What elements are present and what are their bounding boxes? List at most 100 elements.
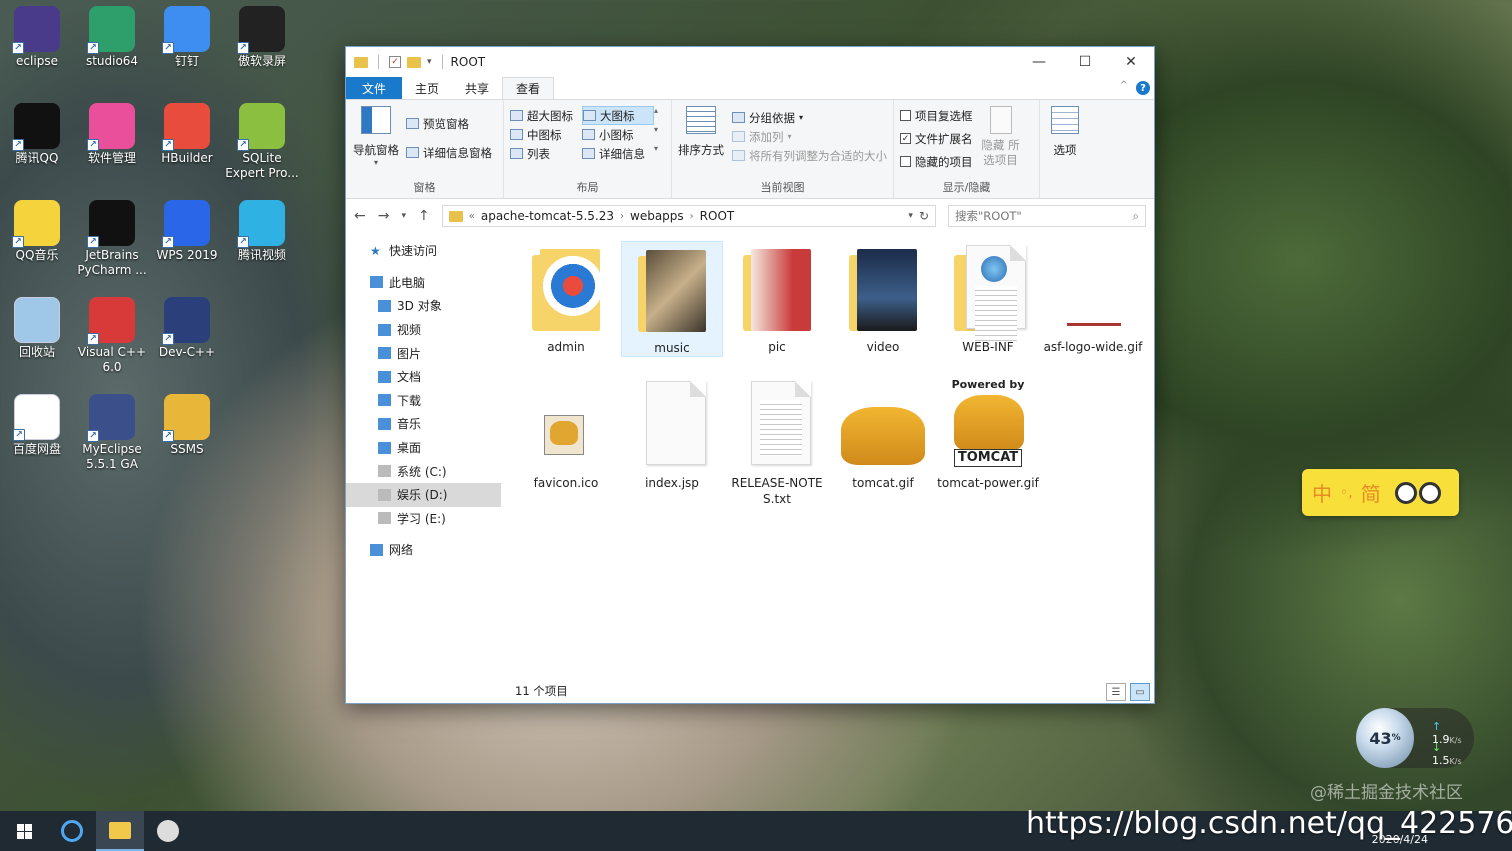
- tomcat-taskbar-button[interactable]: [144, 811, 192, 851]
- details-pane-button[interactable]: 详细信息窗格: [406, 143, 492, 162]
- small-icons-option[interactable]: 小图标: [582, 125, 654, 144]
- nav-item[interactable]: 3D 对象: [346, 294, 501, 318]
- hidden-items-toggle[interactable]: 隐藏的项目: [900, 152, 973, 171]
- properties-icon[interactable]: ✓: [389, 56, 401, 68]
- size-columns-button[interactable]: 将所有列调整为合适的大小: [732, 146, 887, 165]
- network-monitor[interactable]: 43% ↑ 1.9K/s ↓ 1.5K/s: [1356, 708, 1474, 768]
- layout-scroll-up[interactable]: ▴: [654, 106, 664, 125]
- add-column-button[interactable]: 添加列 ▾: [732, 127, 887, 146]
- address-bar[interactable]: « apache-tomcat-5.5.23 › webapps › ROOT …: [441, 205, 936, 227]
- desktop-icon[interactable]: ↗ 软件管理: [72, 97, 152, 166]
- desktop-icon[interactable]: ↗ Visual C++ 6.0: [72, 291, 152, 375]
- desktop-icon[interactable]: ↗ WPS 2019: [147, 194, 227, 263]
- title-bar[interactable]: ✓ ▾ ROOT — ☐ ✕: [346, 47, 1154, 77]
- desktop-icon[interactable]: ↗ MyEclipse 5.5.1 GA: [72, 388, 152, 472]
- folder-item[interactable]: admin: [515, 241, 617, 355]
- ime-mode[interactable]: 简: [1361, 478, 1381, 507]
- collapse-ribbon-icon[interactable]: ^: [1120, 80, 1128, 91]
- list-option[interactable]: 列表: [510, 144, 582, 163]
- desktop-icon[interactable]: ↗ 傲软录屏: [222, 0, 302, 69]
- breadcrumb-item[interactable]: webapps: [630, 209, 684, 223]
- details-view-toggle[interactable]: ☰: [1106, 683, 1126, 701]
- item-checkbox-toggle[interactable]: 项目复选框: [900, 106, 973, 125]
- file-item[interactable]: favicon.ico: [515, 377, 617, 491]
- new-folder-icon[interactable]: [407, 56, 421, 68]
- nav-item[interactable]: 桌面: [346, 436, 501, 460]
- tab-share[interactable]: 共享: [452, 77, 502, 99]
- forward-button[interactable]: →: [378, 208, 390, 224]
- browser-taskbar-button[interactable]: [48, 811, 96, 851]
- layout-scroll-down[interactable]: ▾: [654, 125, 664, 144]
- recent-locations-button[interactable]: ▾: [401, 211, 406, 221]
- desktop-icon[interactable]: 回收站: [0, 291, 77, 360]
- folder-item[interactable]: pic: [726, 241, 828, 355]
- file-item[interactable]: RELEASE-NOTES.txt: [726, 377, 828, 507]
- file-item[interactable]: tomcat.gif: [832, 377, 934, 491]
- large-icons-view-toggle[interactable]: ▭: [1130, 683, 1150, 701]
- nav-item[interactable]: 此电脑: [346, 271, 501, 295]
- file-item[interactable]: asf-logo-wide.gif: [1042, 241, 1144, 355]
- nav-item[interactable]: 文档: [346, 365, 501, 389]
- desktop-icon[interactable]: ↗ 钉钉: [147, 0, 227, 69]
- sort-by-button[interactable]: 排序方式: [678, 106, 724, 165]
- desktop-icon[interactable]: ↗ eclipse: [0, 0, 77, 69]
- tab-file[interactable]: 文件: [346, 77, 403, 99]
- chevron-down-icon[interactable]: ▾: [908, 211, 913, 221]
- maximize-button[interactable]: ☐: [1062, 47, 1108, 77]
- breadcrumb-item[interactable]: ROOT: [700, 209, 735, 223]
- folder-item[interactable]: WEB-INF: [937, 241, 1039, 355]
- desktop-icon[interactable]: ↗ HBuilder: [147, 97, 227, 166]
- desktop-icon[interactable]: ↗ Dev-C++: [147, 291, 227, 360]
- navigation-pane-button[interactable]: 导航窗格 ▾: [352, 106, 400, 167]
- large-icons-option[interactable]: 大图标: [582, 106, 654, 125]
- tab-view[interactable]: 查看: [502, 77, 555, 99]
- nav-item[interactable]: 系统 (C:): [346, 459, 501, 483]
- start-button[interactable]: [0, 811, 48, 851]
- desktop-icon[interactable]: ↗ 腾讯视频: [222, 194, 302, 263]
- desktop-icon[interactable]: ↗ SQLite Expert Pro...: [222, 97, 302, 181]
- ime-language[interactable]: 中: [1312, 478, 1332, 507]
- nav-item[interactable]: 学习 (E:): [346, 507, 501, 531]
- close-button[interactable]: ✕: [1108, 47, 1154, 77]
- hide-selected-button[interactable]: 隐藏 所选项目: [977, 106, 1025, 171]
- desktop-icon[interactable]: ↗ JetBrains PyCharm ...: [72, 194, 152, 278]
- nav-item[interactable]: 网络: [346, 538, 501, 562]
- explorer-taskbar-button[interactable]: [96, 811, 144, 851]
- desktop-icon[interactable]: ↗ studio64: [72, 0, 152, 69]
- xl-icons-option[interactable]: 超大图标: [510, 106, 582, 125]
- customize-qa-icon[interactable]: ▾: [427, 57, 432, 67]
- desktop-icon[interactable]: ↗ 腾讯QQ: [0, 97, 77, 166]
- folder-item[interactable]: music: [621, 241, 723, 357]
- search-input[interactable]: 搜索"ROOT" ⌕: [948, 205, 1146, 227]
- options-button[interactable]: 选项: [1046, 106, 1084, 158]
- nav-item[interactable]: ★ 快速访问: [346, 239, 501, 263]
- refresh-icon[interactable]: ↻: [919, 209, 929, 223]
- chevron-right-icon[interactable]: ›: [690, 211, 694, 222]
- minimize-button[interactable]: —: [1016, 47, 1062, 77]
- file-item[interactable]: index.jsp: [621, 377, 723, 491]
- help-icon[interactable]: ?: [1136, 81, 1150, 95]
- details-option[interactable]: 详细信息: [582, 144, 654, 163]
- layout-more[interactable]: ▾: [654, 144, 664, 163]
- breadcrumb-item[interactable]: apache-tomcat-5.5.23: [481, 209, 614, 223]
- memory-ball[interactable]: 43%: [1356, 708, 1414, 768]
- folder-item[interactable]: video: [832, 241, 934, 355]
- file-extension-toggle[interactable]: ✓ 文件扩展名: [900, 129, 973, 148]
- desktop-icon[interactable]: ↗ 百度网盘: [0, 388, 77, 457]
- tab-home[interactable]: 主页: [402, 77, 452, 99]
- back-button[interactable]: ←: [354, 208, 366, 224]
- preview-pane-button[interactable]: 预览窗格: [406, 114, 492, 133]
- chevron-right-icon[interactable]: ›: [620, 211, 624, 222]
- file-item[interactable]: Powered by TOMCAT tomcat-power.gif: [937, 377, 1039, 491]
- nav-item[interactable]: 娱乐 (D:): [346, 482, 501, 507]
- medium-icons-option[interactable]: 中图标: [510, 125, 582, 144]
- punctuation-icon[interactable]: ◦,: [1340, 485, 1353, 501]
- group-by-button[interactable]: 分组依据 ▾: [732, 108, 887, 127]
- desktop-icon[interactable]: ↗ QQ音乐: [0, 194, 77, 263]
- ime-toolbar[interactable]: 中 ◦, 简: [1302, 469, 1459, 516]
- nav-item[interactable]: 图片: [346, 341, 501, 365]
- nav-item[interactable]: 音乐: [346, 412, 501, 436]
- desktop-icon[interactable]: ↗ SSMS: [147, 388, 227, 457]
- nav-item[interactable]: 下载: [346, 389, 501, 413]
- up-button[interactable]: ↑: [418, 208, 430, 224]
